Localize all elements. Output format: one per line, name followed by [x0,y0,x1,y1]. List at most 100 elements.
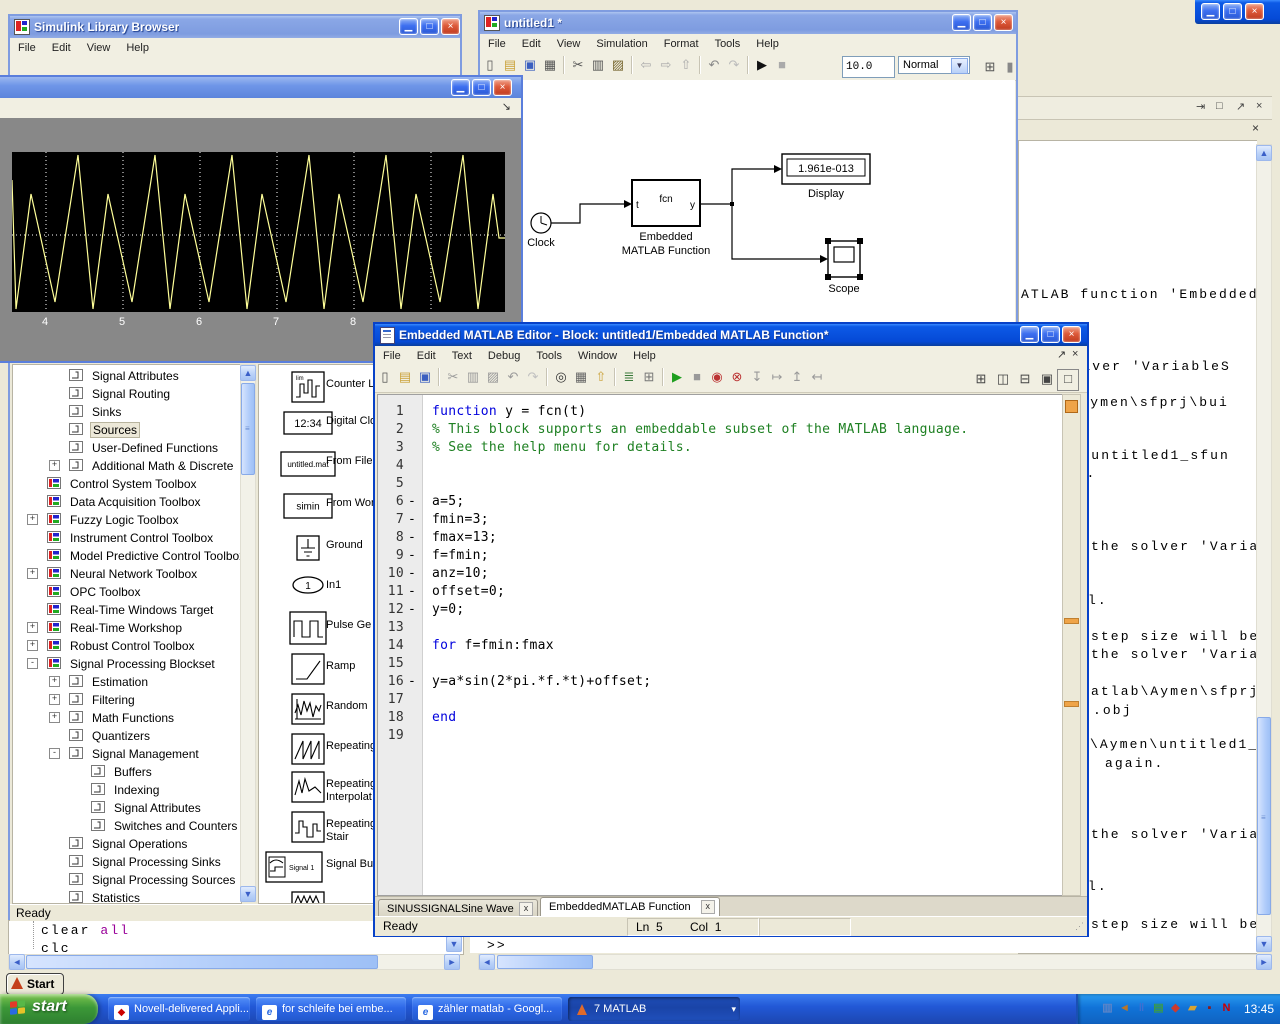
expand-icon[interactable]: + [27,568,38,579]
minimize-button[interactable]: ▁ [952,14,971,31]
print-icon[interactable]: ▦ [540,55,560,75]
vscroll-thumb[interactable]: ≡ [1257,717,1271,915]
history-entry[interactable]: clear all [41,923,130,938]
build-icon[interactable]: ⊞ [980,57,1000,77]
hscroll-thumb[interactable] [497,955,593,969]
taskbar-task-3[interactable]: ezähler matlab - Googl... [412,997,562,1021]
tree-item-signal-management[interactable]: -Signal Management [13,745,241,762]
command-window-vscrollbar[interactable]: ▲ ≡ [1256,144,1272,952]
taskbar-task-4[interactable]: 7 MATLAB▾ [568,997,740,1021]
clear-breakpoints-icon[interactable]: ⊗ [727,367,747,387]
tree-item-estimation[interactable]: +Estimation [13,673,241,690]
tree-item-user-defined-functions[interactable]: User-Defined Functions [13,439,241,456]
volume-icon[interactable]: ◄ [1117,1001,1132,1016]
expand-icon[interactable]: + [27,640,38,651]
expand-icon[interactable]: + [49,694,60,705]
single-window-icon[interactable]: □ [1057,369,1079,391]
sim-stop-time-field[interactable] [842,56,895,78]
redo-icon[interactable]: ↷ [724,55,744,75]
close-icon[interactable]: × [1252,121,1259,135]
menu-edit[interactable]: Edit [514,36,549,52]
block-random-icon[interactable] [291,693,325,730]
copy-icon[interactable]: ▥ [588,55,608,75]
scroll-up-icon[interactable]: ▲ [240,365,256,381]
menu-tools[interactable]: Tools [707,36,749,52]
stop-icon[interactable]: ■ [687,367,707,387]
tree-item-fuzzy-logic-toolbox[interactable]: +Fuzzy Logic Toolbox [13,511,241,528]
go-up-icon[interactable]: ⇧ [591,367,611,387]
cascade-icon[interactable]: ▣ [1037,369,1057,389]
new-file-icon[interactable]: ▯ [375,367,395,387]
sim-mode-select[interactable]: Normal ▼ [898,56,970,74]
resize-grip[interactable]: ⋰ [1075,921,1084,932]
tree-item-sources[interactable]: Sources [13,421,241,438]
selection-handle[interactable] [825,274,831,280]
undock-icon[interactable]: ↗ [1057,348,1066,361]
taskbar-task-1[interactable]: ◆Novell-delivered Appli... [108,997,250,1021]
maximize-button[interactable]: □ [420,18,439,35]
redo-icon[interactable]: ↷ [523,367,543,387]
tree-item-real-time-windows-target[interactable]: Real-Time Windows Target [13,601,241,618]
block-in1-icon[interactable]: 1 [291,575,325,600]
close-pane-icon[interactable]: × [1256,100,1262,112]
restore-button[interactable]: □ [1223,3,1242,20]
open-icon[interactable]: ▤ [500,55,520,75]
block-pulse-ge-icon[interactable] [289,611,327,650]
run-icon[interactable]: ▶ [667,367,687,387]
tree-item-indexing[interactable]: Indexing [13,781,241,798]
menu-file[interactable]: File [10,40,44,56]
close-tab-icon[interactable]: x [701,900,715,914]
info-icon[interactable]: ▮ [1000,57,1020,77]
minimize-button[interactable]: ▁ [1201,3,1220,20]
forward-icon[interactable]: ⇨ [656,55,676,75]
close-button[interactable]: × [994,14,1013,31]
minimize-button[interactable]: ▁ [1020,326,1039,343]
mlint-warning-marker[interactable] [1064,618,1079,624]
stack-icon[interactable]: ≣ [619,367,639,387]
cut-icon[interactable]: ✂ [443,367,463,387]
paste-icon[interactable]: ▨ [483,367,503,387]
tree-item-control-system-toolbox[interactable]: Control System Toolbox [13,475,241,492]
menu-edit[interactable]: Edit [409,348,444,364]
library-browser-titlebar[interactable]: Simulink Library Browser ▁ □ × [10,16,460,38]
close-tab-icon[interactable]: x [519,902,533,916]
document-tab-sinussignalsine-wave[interactable]: SINUSSIGNALSine Wavex [378,899,538,917]
menu-edit[interactable]: Edit [44,40,79,56]
taskbar-task-2[interactable]: efor schleife bei embe... [256,997,406,1021]
mlint-message-bar[interactable] [1062,394,1081,896]
tree-item-real-time-workshop[interactable]: +Real-Time Workshop [13,619,241,636]
cell-mode-icon[interactable]: ⊞ [639,367,659,387]
tree-item-signal-processing-sinks[interactable]: Signal Processing Sinks [13,853,241,870]
tree-item-statistics[interactable]: Statistics [13,889,241,904]
menu-file[interactable]: File [375,348,409,364]
menu-help[interactable]: Help [118,40,157,56]
vscroll-thumb[interactable]: ≡ [241,383,255,475]
tile-vertical-icon[interactable]: ◫ [993,369,1013,389]
continue-icon[interactable]: ↤ [807,367,827,387]
tree-item-sinks[interactable]: Sinks [13,403,241,420]
maximize-button[interactable]: □ [973,14,992,31]
menu-help[interactable]: Help [748,36,787,52]
minimize-button[interactable]: ▁ [451,79,470,96]
menu-simulation[interactable]: Simulation [588,36,655,52]
step-icon[interactable]: ↧ [747,367,767,387]
expand-icon[interactable]: + [49,460,60,471]
menu-help[interactable]: Help [625,348,664,364]
tree-item-signal-operations[interactable]: Signal Operations [13,835,241,852]
command-window-input[interactable]: >> [470,937,1256,953]
collapse-icon[interactable]: - [27,658,38,669]
find-icon[interactable]: ◎ [551,367,571,387]
expand-icon[interactable]: + [27,622,38,633]
menu-tools[interactable]: Tools [528,348,570,364]
tree-vscrollbar[interactable]: ▲ ≡ ▼ [240,364,256,902]
scroll-left-icon[interactable]: ◄ [479,954,495,970]
scroll-left-icon[interactable]: ◄ [9,954,25,970]
history-scroll-down-icon[interactable]: ▼ [446,936,462,952]
step-in-icon[interactable]: ↦ [767,367,787,387]
mlint-warning-marker[interactable] [1064,701,1079,707]
selection-handle[interactable] [825,238,831,244]
mlint-status-square[interactable] [1065,400,1078,413]
tile-horizontal-icon[interactable]: ⊟ [1015,369,1035,389]
close-button[interactable]: × [1062,326,1081,343]
block-counter-l-icon[interactable]: lim [291,371,325,408]
